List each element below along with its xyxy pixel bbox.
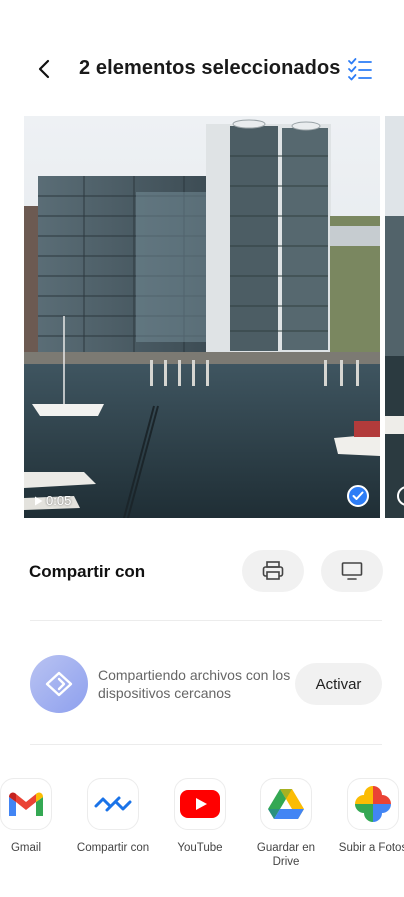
checklist-icon xyxy=(348,58,372,81)
selected-check-badge[interactable] xyxy=(347,485,369,507)
youtube-icon xyxy=(174,778,226,830)
google-photos-icon xyxy=(347,778,399,830)
harbor-photo-frame xyxy=(385,116,404,518)
select-all-button[interactable] xyxy=(344,53,376,85)
play-icon xyxy=(35,496,43,505)
app-label: Guardar en Drive xyxy=(256,842,316,868)
video-thumbnail[interactable]: 0:05 xyxy=(24,116,380,518)
app-google-photos[interactable]: Subir a Fotos xyxy=(328,778,404,855)
app-label: Compartir con xyxy=(76,842,150,854)
nearby-share-icon xyxy=(30,655,88,713)
next-media-thumbnail[interactable] xyxy=(385,116,404,518)
back-chevron-icon xyxy=(38,59,50,79)
app-youtube[interactable]: YouTube xyxy=(155,778,245,855)
app-label: Gmail xyxy=(10,842,42,854)
divider xyxy=(30,620,382,621)
checkmark-icon xyxy=(352,491,364,500)
video-duration: 0:05 xyxy=(34,493,71,508)
nearby-share-row: Compartiendo archivos con los dispositiv… xyxy=(0,655,404,713)
media-carousel[interactable]: 0:05 xyxy=(0,116,404,518)
page-title: 2 elementos seleccionados xyxy=(79,57,341,79)
divider xyxy=(30,744,382,745)
nearby-share-description: Compartiendo archivos con los dispositiv… xyxy=(98,667,291,701)
quick-share-icon xyxy=(87,778,139,830)
app-label: YouTube xyxy=(177,842,223,854)
back-button[interactable] xyxy=(30,54,60,84)
share-apps-row: Gmail Compartir con YouTube Guardar en D… xyxy=(0,778,404,878)
app-gmail[interactable]: Gmail xyxy=(0,778,71,855)
google-drive-icon xyxy=(260,778,312,830)
harbor-video-frame xyxy=(24,116,380,518)
app-label: Subir a Fotos xyxy=(338,842,404,854)
print-button[interactable] xyxy=(242,550,304,592)
share-with-row: Compartir con xyxy=(0,550,404,592)
header-bar: 2 elementos seleccionados xyxy=(0,48,404,88)
activate-button[interactable]: Activar xyxy=(295,663,382,705)
app-google-drive[interactable]: Guardar en Drive xyxy=(241,778,331,869)
duration-label: 0:05 xyxy=(46,493,72,508)
gmail-icon xyxy=(0,778,52,830)
share-section-title: Compartir con xyxy=(29,562,146,581)
printer-icon xyxy=(262,561,284,580)
screen-share-button[interactable] xyxy=(321,550,383,592)
app-compartir-con[interactable]: Compartir con xyxy=(68,778,158,855)
monitor-icon xyxy=(341,562,363,580)
